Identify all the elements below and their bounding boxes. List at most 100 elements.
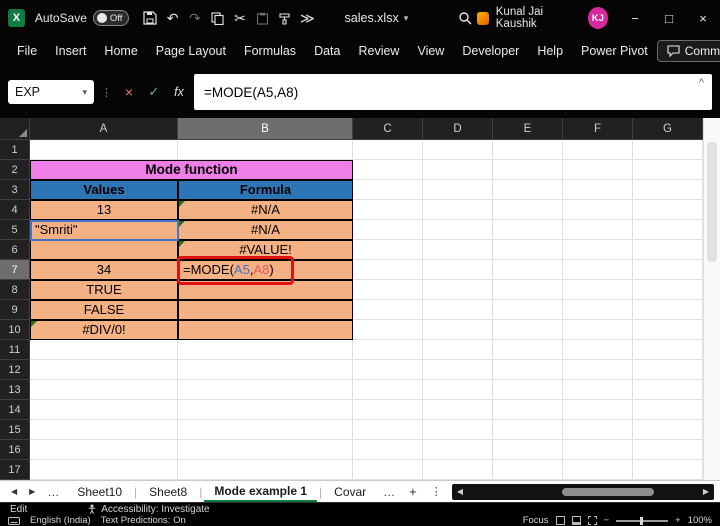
cell-b6[interactable]: #VALUE! <box>178 240 353 260</box>
cut-icon[interactable]: ✂ <box>229 6 251 30</box>
horizontal-scrollbar[interactable]: ◀ ▶ <box>452 484 714 500</box>
cell[interactable] <box>178 360 353 380</box>
cell[interactable] <box>493 160 563 180</box>
tab-formulas[interactable]: Formulas <box>235 39 305 63</box>
cell[interactable] <box>633 140 703 160</box>
row-header-6[interactable]: 6 <box>0 240 30 260</box>
col-header-c[interactable]: C <box>353 118 423 140</box>
accessibility-status[interactable]: Accessibility: Investigate <box>87 504 209 515</box>
cell-b9[interactable] <box>178 300 353 320</box>
cell[interactable] <box>563 240 633 260</box>
sheet-options-icon[interactable]: ⋮ <box>425 485 448 498</box>
cell[interactable] <box>563 280 633 300</box>
page-break-view-icon[interactable] <box>588 516 597 525</box>
zoom-level[interactable]: 100% <box>688 515 712 526</box>
scroll-left-icon[interactable]: ◀ <box>452 487 468 496</box>
cell[interactable] <box>353 260 423 280</box>
cell[interactable] <box>633 300 703 320</box>
cell[interactable] <box>633 380 703 400</box>
tab-file[interactable]: File <box>8 39 46 63</box>
tab-data[interactable]: Data <box>305 39 349 63</box>
scroll-right-icon[interactable]: ▶ <box>698 487 714 496</box>
cell-a8[interactable]: TRUE <box>30 280 178 300</box>
cell[interactable] <box>30 400 178 420</box>
cell-a4[interactable]: 13 <box>30 200 178 220</box>
cell[interactable] <box>563 360 633 380</box>
row-header-17[interactable]: 17 <box>0 460 30 480</box>
cell[interactable] <box>30 360 178 380</box>
cell[interactable] <box>633 340 703 360</box>
row-header-16[interactable]: 16 <box>0 440 30 460</box>
account-area[interactable]: Kunal Jai Kaushik KJ <box>477 6 608 30</box>
cell[interactable] <box>423 460 493 480</box>
cell[interactable] <box>353 380 423 400</box>
cell[interactable] <box>178 440 353 460</box>
row-header-14[interactable]: 14 <box>0 400 30 420</box>
page-layout-view-icon[interactable] <box>572 516 581 525</box>
cell[interactable] <box>353 180 423 200</box>
cell[interactable] <box>493 180 563 200</box>
sheet-tab-sheet8[interactable]: Sheet8 <box>139 481 197 502</box>
row-header-11[interactable]: 11 <box>0 340 30 360</box>
cell[interactable] <box>563 180 633 200</box>
cell-b10[interactable] <box>178 320 353 340</box>
cell[interactable] <box>633 360 703 380</box>
cell[interactable] <box>633 260 703 280</box>
cell-a7[interactable]: 34 <box>30 260 178 280</box>
cell[interactable] <box>178 400 353 420</box>
cell[interactable] <box>353 240 423 260</box>
row-header-9[interactable]: 9 <box>0 300 30 320</box>
select-all-corner[interactable] <box>0 118 30 140</box>
cell[interactable] <box>353 420 423 440</box>
cell[interactable] <box>353 200 423 220</box>
comments-button[interactable]: Comments <box>657 40 720 62</box>
cell-a9[interactable]: FALSE <box>30 300 178 320</box>
autosave-toggle[interactable]: Off <box>93 10 129 26</box>
cell[interactable] <box>633 240 703 260</box>
cell-a3[interactable]: Values <box>30 180 178 200</box>
tab-page-layout[interactable]: Page Layout <box>147 39 235 63</box>
row-header-2[interactable]: 2 <box>0 160 30 180</box>
cell[interactable] <box>633 160 703 180</box>
cell[interactable] <box>178 380 353 400</box>
language-status[interactable]: English (India) <box>30 515 91 526</box>
cell[interactable] <box>353 160 423 180</box>
cell[interactable] <box>178 460 353 480</box>
cell[interactable] <box>563 440 633 460</box>
horizontal-scrollbar-thumb[interactable] <box>562 488 654 496</box>
cell[interactable] <box>493 240 563 260</box>
search-icon[interactable] <box>454 6 476 30</box>
undo-icon[interactable]: ↶ <box>161 6 183 30</box>
cell-b4[interactable]: #N/A <box>178 200 353 220</box>
cell[interactable] <box>423 380 493 400</box>
col-header-b[interactable]: B <box>178 118 353 140</box>
tab-developer[interactable]: Developer <box>453 39 528 63</box>
row-header-15[interactable]: 15 <box>0 420 30 440</box>
cell[interactable] <box>353 360 423 380</box>
cell[interactable] <box>633 460 703 480</box>
horizontal-scrollbar-track[interactable] <box>468 484 698 500</box>
cell[interactable] <box>423 400 493 420</box>
cell[interactable] <box>563 200 633 220</box>
cell[interactable] <box>563 160 633 180</box>
cell[interactable] <box>493 300 563 320</box>
cell[interactable] <box>493 220 563 240</box>
add-sheet-icon[interactable]: + <box>403 484 423 499</box>
cell[interactable] <box>493 140 563 160</box>
collapse-formula-bar-icon[interactable]: ^ <box>699 77 704 89</box>
cell-b5[interactable]: #N/A <box>178 220 353 240</box>
cell[interactable] <box>423 300 493 320</box>
row-header-4[interactable]: 4 <box>0 200 30 220</box>
cell[interactable] <box>493 440 563 460</box>
col-header-e[interactable]: E <box>493 118 563 140</box>
format-painter-icon[interactable] <box>274 6 296 30</box>
tab-insert[interactable]: Insert <box>46 39 95 63</box>
cell-b8[interactable] <box>178 280 353 300</box>
redo-icon[interactable]: ↷ <box>184 6 206 30</box>
cell[interactable] <box>353 300 423 320</box>
vertical-scrollbar-thumb[interactable] <box>707 142 717 262</box>
cell[interactable] <box>563 340 633 360</box>
cell[interactable] <box>563 300 633 320</box>
cell[interactable] <box>178 140 353 160</box>
cell-a10[interactable]: #DIV/0! <box>30 320 178 340</box>
